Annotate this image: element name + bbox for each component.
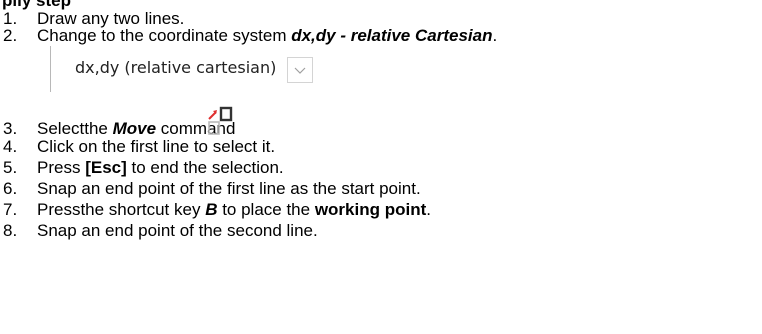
chevron-down-icon[interactable] — [287, 57, 313, 83]
step-number: 6. — [3, 179, 18, 198]
step-number: 2. — [3, 26, 18, 45]
step-text: Change to the coordinate system dx,dy - … — [37, 26, 498, 45]
step-number: 8. — [3, 221, 18, 240]
step-text: Snap an end point of the second line. — [37, 221, 318, 240]
dropdown-value: dx,dy (relative cartesian) — [75, 58, 277, 77]
step-text: Press [Esc] to end the selection. — [37, 158, 284, 177]
step-number: 7. — [3, 200, 18, 219]
step-text: Snap an end point of the first line as t… — [37, 179, 421, 198]
step-text: Pressthe shortcut key B to place the wor… — [37, 200, 431, 219]
step-number: 3. — [3, 119, 18, 138]
move-command-icon — [206, 106, 234, 141]
step-number: 4. — [3, 137, 18, 156]
step-number: 5. — [3, 158, 18, 177]
coordinate-system-dropdown[interactable]: dx,dy (relative cartesian) — [50, 46, 330, 92]
step-text: Click on the first line to select it. — [37, 137, 276, 156]
